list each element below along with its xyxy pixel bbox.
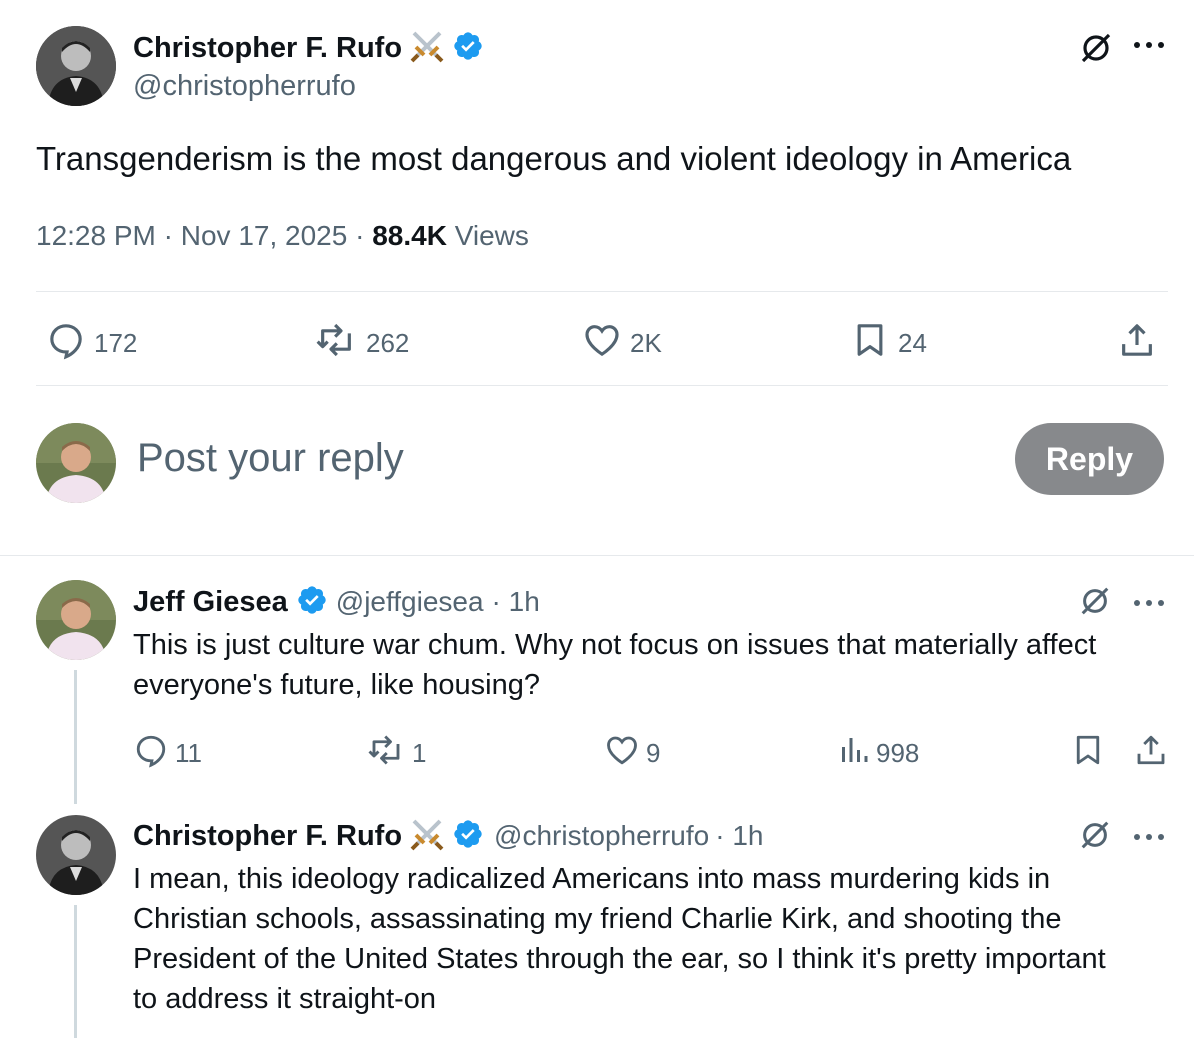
crossed-swords-emoji-icon (408, 27, 446, 70)
repost-icon (314, 320, 358, 367)
share-action[interactable] (1117, 320, 1157, 367)
post-date[interactable]: Nov 17, 2025 (181, 220, 348, 251)
views-count: 88.4K (372, 220, 447, 251)
heart-icon (582, 320, 622, 367)
repost-count: 262 (366, 328, 410, 358)
grok-icon[interactable] (1078, 818, 1112, 857)
bookmark-action[interactable]: 24 (850, 320, 927, 367)
bookmark-icon[interactable] (1070, 732, 1106, 773)
repost-icon (366, 732, 406, 775)
reply1-views-action[interactable]: 998 (838, 732, 919, 775)
reply1-like-count: 9 (646, 738, 661, 768)
reply1-author-avatar[interactable] (36, 580, 116, 660)
reply1-text: This is just culture war chum. Why not f… (133, 629, 1097, 701)
more-dots-icon[interactable] (1133, 830, 1165, 848)
reply1-repost-action[interactable]: 1 (366, 732, 426, 775)
heart-icon (604, 732, 640, 775)
main-author-avatar[interactable] (36, 26, 116, 106)
verified-badge-icon[interactable] (452, 30, 484, 67)
reply-action[interactable]: 172 (46, 320, 137, 367)
meta-separator: · (163, 220, 173, 251)
bookmark-icon (850, 320, 890, 367)
repost-action[interactable]: 262 (314, 320, 409, 367)
bookmark-count: 24 (898, 328, 927, 358)
post-time[interactable]: 12:28 PM (36, 220, 156, 251)
reply1-age[interactable]: · 1h (492, 586, 540, 618)
reply1-views-count: 998 (876, 738, 920, 768)
reply2-text: I mean, this ideology radicalized Americ… (133, 863, 1106, 1015)
reply2-author-avatar[interactable] (36, 815, 116, 895)
more-dots-icon[interactable] (1133, 38, 1165, 56)
share-icon[interactable] (1133, 732, 1169, 773)
reply1-reply-action[interactable]: 11 (133, 732, 202, 775)
divider-bottom (36, 385, 1168, 386)
crossed-swords-emoji-icon (408, 815, 446, 858)
reply1-author-handle[interactable]: @jeffgiesea (336, 586, 484, 618)
reply2-age[interactable]: · 1h (715, 820, 763, 852)
like-action[interactable]: 2K (582, 320, 662, 367)
reply1-author-name[interactable]: Jeff Giesea (133, 586, 288, 619)
main-author-header: Christopher F. Rufo (133, 28, 484, 68)
share-icon (1117, 320, 1157, 367)
reply1-repost-count: 1 (412, 738, 427, 768)
thread-line (74, 670, 77, 804)
reply-icon (133, 732, 169, 775)
reply-icon (46, 320, 86, 367)
grok-icon[interactable] (1078, 584, 1112, 623)
author-name[interactable]: Christopher F. Rufo (133, 32, 402, 65)
reply2-header: Christopher F. Rufo @christopherrufo · 1… (133, 816, 763, 856)
reply1-reply-count: 11 (175, 738, 202, 768)
verified-badge-icon[interactable] (296, 584, 328, 621)
my-avatar[interactable] (36, 423, 116, 503)
reply2-author-handle[interactable]: @christopherrufo (494, 820, 709, 852)
reply1-like-action[interactable]: 9 (604, 732, 660, 775)
author-handle[interactable]: @christopherrufo (133, 70, 356, 103)
reply-composer-input[interactable]: Post your reply (137, 436, 404, 481)
more-dots-icon[interactable] (1133, 596, 1165, 614)
reply1-header: Jeff Giesea @jeffgiesea · 1h (133, 582, 540, 622)
grok-icon[interactable] (1078, 30, 1114, 71)
views-label: Views (454, 220, 529, 251)
main-post-text: Transgenderism is the most dangerous and… (36, 140, 1072, 177)
post-meta: 12:28 PM · Nov 17, 2025 · 88.4K Views (36, 220, 529, 252)
thread-line (74, 905, 77, 1038)
section-divider (0, 555, 1194, 556)
views-chart-icon (838, 732, 870, 775)
like-count: 2K (630, 328, 662, 358)
divider-top (36, 291, 1168, 292)
meta-separator: · (355, 220, 365, 251)
reply-button[interactable]: Reply (1015, 423, 1164, 495)
reply2-author-name[interactable]: Christopher F. Rufo (133, 820, 402, 853)
verified-badge-icon[interactable] (452, 818, 484, 855)
reply-count: 172 (94, 328, 138, 358)
